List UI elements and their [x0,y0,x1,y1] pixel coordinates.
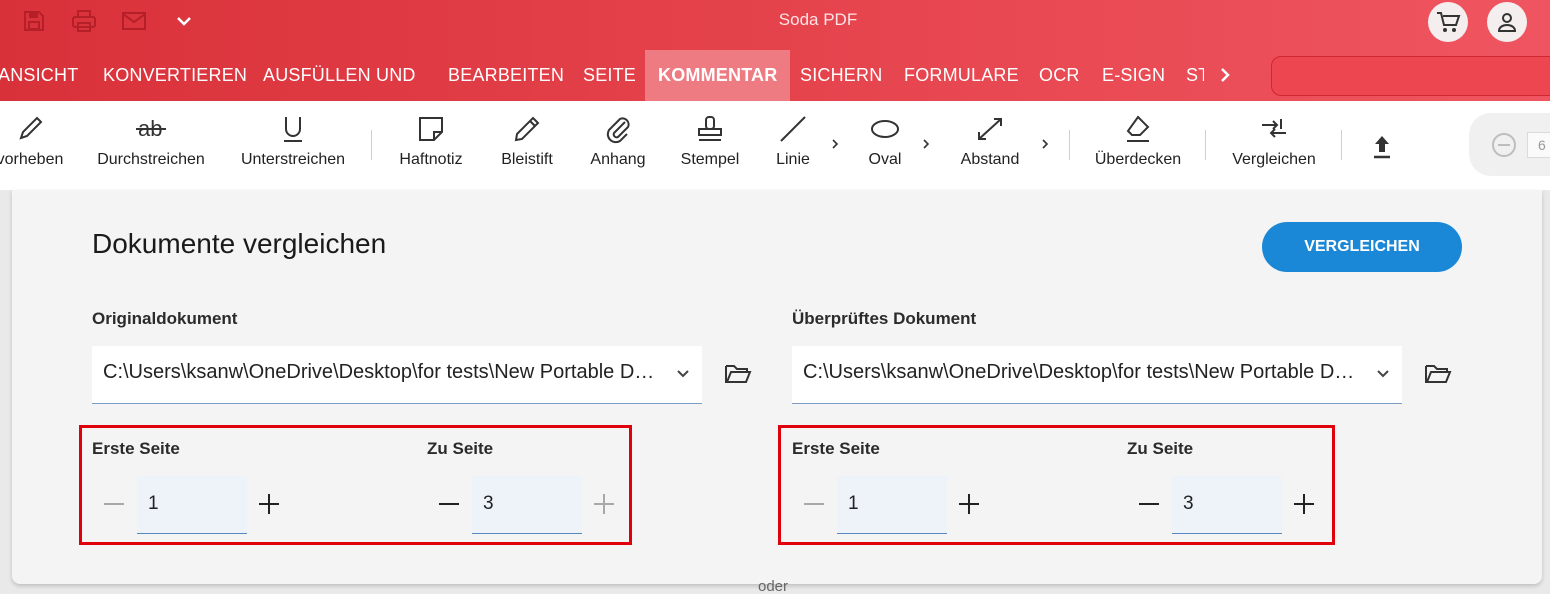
oval-options-chevron-icon[interactable] [921,136,931,152]
revised-first-page-decrement[interactable] [802,492,826,516]
open-folder-icon[interactable] [1424,362,1452,388]
chevron-down-icon [676,366,690,382]
eraser-icon [1123,113,1153,145]
stamp-icon [695,113,725,145]
tab-ocr[interactable]: OCR [1039,50,1080,101]
strikethrough-tool[interactable]: ab Durchstreichen [91,101,211,190]
tab-kommentar[interactable]: KOMMENTAR [645,50,791,101]
revised-to-page-label: Zu Seite [1127,439,1194,458]
revised-file-select[interactable]: C:\Users\ksanw\OneDrive\Desktop\for test… [792,346,1402,404]
stamp-tool[interactable]: Stempel [675,101,745,190]
zoom-input[interactable]: 6 [1527,132,1550,158]
pencil-icon [512,113,542,145]
original-file-path: C:\Users\ksanw\OneDrive\Desktop\for test… [103,361,663,383]
highlighter-icon [15,113,45,145]
tab-ansicht[interactable]: ANSICHT [0,50,78,101]
app-title: Soda PDF [778,10,858,29]
original-file-select[interactable]: C:\Users\ksanw\OneDrive\Desktop\for test… [92,346,702,404]
pencil-tool[interactable]: Bleistift [492,101,562,190]
revised-to-page-decrement[interactable] [1137,492,1161,516]
revised-first-page-label: Erste Seite [792,439,880,458]
revised-first-page-input[interactable]: 1 [837,476,947,534]
line-options-chevron-icon[interactable] [830,136,840,152]
revised-first-page-increment[interactable] [957,492,981,516]
compare-icon [1259,113,1289,145]
tab-esign[interactable]: E-SIGN [1102,50,1165,101]
original-to-page-label: Zu Seite [427,439,494,458]
sticky-note-icon [417,113,445,145]
revised-file-path: C:\Users\ksanw\OneDrive\Desktop\for test… [803,361,1363,383]
tab-sichern[interactable]: SICHERN [800,50,882,101]
line-icon [778,113,808,145]
chevron-down-icon [1376,366,1390,382]
dialog-title: Dokumente vergleichen [92,228,387,259]
toolbar-divider [371,130,372,160]
line-tool[interactable]: Linie [763,101,823,190]
tab-ausfuellen[interactable]: AUSFÜLLEN UND [263,50,416,101]
toolbar-divider [1205,130,1206,160]
compare-button[interactable]: VERGLEICHEN [1262,222,1462,272]
redact-tool[interactable]: Überdecken [1088,101,1188,190]
distance-options-chevron-icon[interactable] [1040,136,1050,152]
underline-tool[interactable]: Unterstreichen [233,101,353,190]
original-to-page-increment[interactable] [592,492,616,516]
distance-icon [974,113,1006,145]
revised-to-page-input[interactable]: 3 [1172,476,1282,534]
original-first-page-increment[interactable] [257,492,281,516]
attachment-tool[interactable]: Anhang [583,101,653,190]
background-text-fragment: oder [758,578,789,594]
tab-formulare[interactable]: FORMULARE [904,50,1019,101]
revised-to-page-increment[interactable] [1292,492,1316,516]
soda-pdf-window: Soda PDF ANSICHT KONVERTIEREN AUSFÜLLEN … [0,0,1550,594]
oval-tool[interactable]: Oval [855,101,915,190]
search-input[interactable] [1271,56,1550,96]
toolbar-divider [1341,130,1342,160]
compare-tool[interactable]: Vergleichen [1224,101,1324,190]
zoom-out-icon[interactable] [1491,132,1517,158]
cart-icon[interactable] [1428,2,1468,42]
highlight-tool[interactable]: vorheben [0,101,70,190]
toolbar-divider [1069,130,1070,160]
original-to-page-input[interactable]: 3 [472,476,582,534]
account-icon[interactable] [1487,2,1527,42]
tab-st[interactable]: ST [1186,50,1204,101]
original-first-page-decrement[interactable] [102,492,126,516]
distance-tool[interactable]: Abstand [950,101,1030,190]
open-folder-icon[interactable] [724,362,752,388]
original-first-page-label: Erste Seite [92,439,180,458]
chevron-right-icon[interactable] [1215,63,1235,87]
sticky-note-tool[interactable]: Haftnotiz [391,101,471,190]
original-to-page-decrement[interactable] [437,492,461,516]
original-first-page-input[interactable]: 1 [137,476,247,534]
oval-icon [869,113,901,145]
upload-tool[interactable] [1362,120,1402,170]
tab-seite[interactable]: SEITE [583,50,636,101]
strikethrough-icon: ab [135,113,167,145]
tab-bearbeiten[interactable]: BEARBEITEN [448,50,564,101]
original-document-label: Originaldokument [92,309,238,328]
revised-document-label: Überprüftes Dokument [792,309,977,328]
tab-konvertieren[interactable]: KONVERTIEREN [103,50,247,101]
paperclip-icon [603,113,633,145]
upload-icon [1371,130,1393,162]
underline-icon [281,113,305,145]
